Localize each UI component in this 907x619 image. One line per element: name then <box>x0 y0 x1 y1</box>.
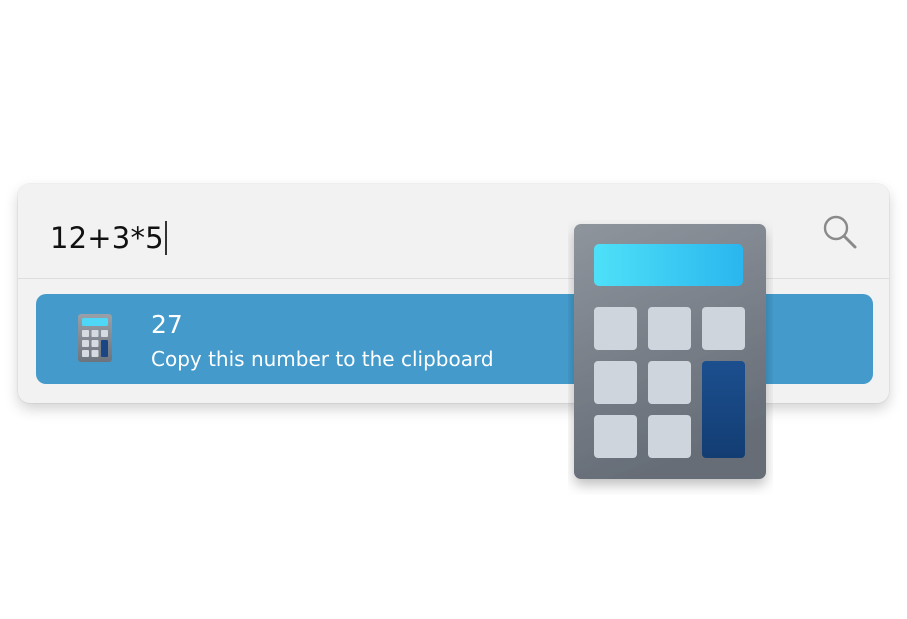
stage: 12+3*5 27 Copy this number to the clipbo… <box>0 0 907 619</box>
search-icon[interactable] <box>820 212 860 252</box>
text-caret <box>164 221 167 255</box>
calculator-app-icon <box>574 224 766 479</box>
search-query-text[interactable]: 12+3*5 <box>50 221 164 255</box>
result-subtitle: Copy this number to the clipboard <box>151 347 494 371</box>
result-title: 27 <box>151 310 183 339</box>
search-input[interactable]: 12+3*5 <box>50 220 167 256</box>
calculator-icon <box>78 314 112 362</box>
